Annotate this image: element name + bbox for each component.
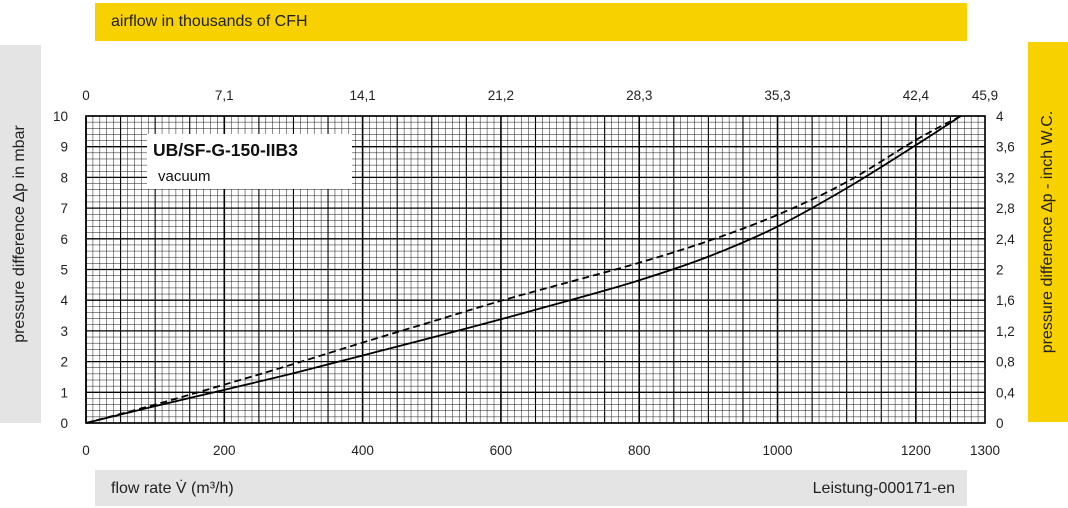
y-tick-label: 0 [60, 416, 68, 431]
x2-tick-label: 14,1 [349, 88, 375, 103]
x-tick-label: 1200 [901, 443, 931, 458]
y2-tick-label: 1,6 [996, 293, 1015, 308]
y-tick-label: 2 [60, 355, 68, 370]
y-tick-label: 5 [60, 263, 68, 278]
x-tick-label: 800 [628, 443, 651, 458]
x2-tick-label: 35,3 [764, 88, 790, 103]
y-tick-label: 4 [60, 293, 68, 308]
y-tick-label: 7 [60, 201, 68, 216]
y2-tick-label: 3,2 [996, 170, 1015, 185]
y2-tick-label: 3,6 [996, 140, 1015, 155]
chart-subtitle: vacuum [158, 168, 211, 185]
x-tick-label: 1000 [763, 443, 793, 458]
y-tick-label: 6 [60, 232, 68, 247]
x-tick-label: 200 [213, 443, 236, 458]
y2-tick-label: 0,4 [996, 385, 1015, 400]
flow-pressure-chart: 0 200 400 600 800 1000 1200 13000 7,1 14,1 21,2 28,… [53, 88, 1015, 458]
y-tick-label: 9 [60, 140, 68, 155]
y2-tick-label: 2,8 [996, 201, 1015, 216]
y2-tick-label: 4 [996, 109, 1004, 124]
y2-tick-label: 0,8 [996, 355, 1015, 370]
y2-tick-label: 1,2 [996, 324, 1015, 339]
x2-tick-label: 0 [82, 88, 90, 103]
y2-tick-label: 2,4 [996, 232, 1015, 247]
y-tick-label: 3 [60, 324, 68, 339]
y2-tick-label: 0 [996, 416, 1004, 431]
x-tick-label: 600 [490, 443, 513, 458]
x-tick-label: 1300 [970, 443, 1000, 458]
x-tick-label: 0 [82, 443, 90, 458]
x2-tick-label: 7,1 [215, 88, 234, 103]
x-tick-label: 400 [351, 443, 374, 458]
y-tick-label: 1 [60, 385, 68, 400]
chart-title-box: UB/SF-G-150-IIB3 vacuum [147, 134, 352, 189]
chart-title: UB/SF-G-150-IIB3 [153, 140, 298, 160]
x2-tick-label: 28,3 [626, 88, 652, 103]
y-tick-label: 10 [53, 109, 68, 124]
y2-tick-label: 2 [996, 263, 1004, 278]
x2-tick-label: 42,4 [903, 88, 930, 103]
y-tick-label: 8 [60, 170, 68, 185]
x2-tick-label: 45,9 [972, 88, 998, 103]
x2-tick-label: 21,2 [488, 88, 514, 103]
